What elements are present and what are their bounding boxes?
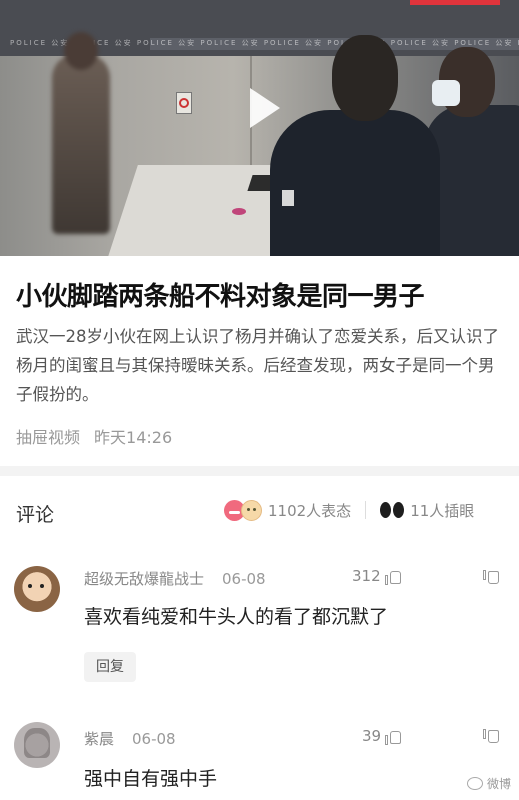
avatar[interactable] — [14, 722, 60, 768]
like-count: 312 — [352, 567, 381, 585]
eyes-icon — [380, 501, 405, 519]
article-title: 小伙脚踏两条船不料对象是同一男子 — [16, 282, 425, 312]
like-button[interactable]: 312 — [352, 567, 402, 585]
section-divider — [0, 466, 519, 476]
no-smoking-sign-icon — [176, 92, 192, 114]
police-officer-center — [270, 35, 440, 256]
comment-date: 06-08 — [222, 570, 266, 588]
thumbs-down-icon[interactable] — [483, 729, 501, 747]
comment-text: 喜欢看纯爱和牛头人的看了都沉默了 — [84, 606, 389, 628]
thumbs-up-icon — [385, 728, 402, 745]
like-count: 39 — [362, 727, 382, 745]
thumbs-down-icon[interactable] — [483, 570, 501, 588]
reply-button[interactable]: 回复 — [84, 652, 136, 682]
comment-date: 06-08 — [132, 730, 176, 748]
thumbs-up-icon — [384, 568, 402, 585]
weibo-watermark: 微博 — [466, 775, 511, 792]
reactions-bar: 1102人表态 11人插眼 — [224, 496, 474, 524]
comment-user[interactable]: 超级无敌爆龍战士 06-08 — [84, 568, 266, 589]
reaction-count[interactable]: 1102人表态 — [268, 500, 351, 521]
avatar[interactable] — [14, 566, 60, 612]
face-mask — [432, 80, 460, 106]
comment-user[interactable]: 紫晨 06-08 — [84, 728, 176, 749]
play-icon[interactable] — [242, 84, 282, 132]
separator — [365, 501, 367, 519]
comments-heading: 评论 — [16, 504, 55, 526]
hint-count[interactable]: 11人插眼 — [410, 500, 474, 521]
article-meta: 抽屉视频 昨天14:26 — [16, 424, 172, 448]
ink-pad — [232, 208, 246, 215]
video-thumbnail[interactable]: POLICE 公安 POLICE 公安 POLICE 公安 POLICE 公安 … — [0, 0, 519, 256]
police-badge-icon — [282, 190, 294, 206]
blurred-person — [52, 32, 110, 234]
like-button[interactable]: 39 — [362, 727, 402, 745]
article-time: 昨天14:26 — [94, 428, 173, 447]
comment-username[interactable]: 超级无敌爆龍战士 — [84, 570, 204, 588]
weibo-logo-icon — [466, 777, 483, 790]
video-top-bar — [410, 0, 500, 5]
watermark-text: 微博 — [486, 777, 511, 791]
article-summary: 武汉一28岁小伙在网上认识了杨月并确认了恋爱关系，后又认识了杨月的闺蜜且与其保持… — [16, 327, 499, 404]
comment-text: 强中自有强中手 — [84, 768, 218, 790]
article-source[interactable]: 抽屉视频 — [16, 428, 80, 447]
cute-emoji-icon — [241, 499, 262, 521]
comment-username[interactable]: 紫晨 — [84, 730, 114, 748]
